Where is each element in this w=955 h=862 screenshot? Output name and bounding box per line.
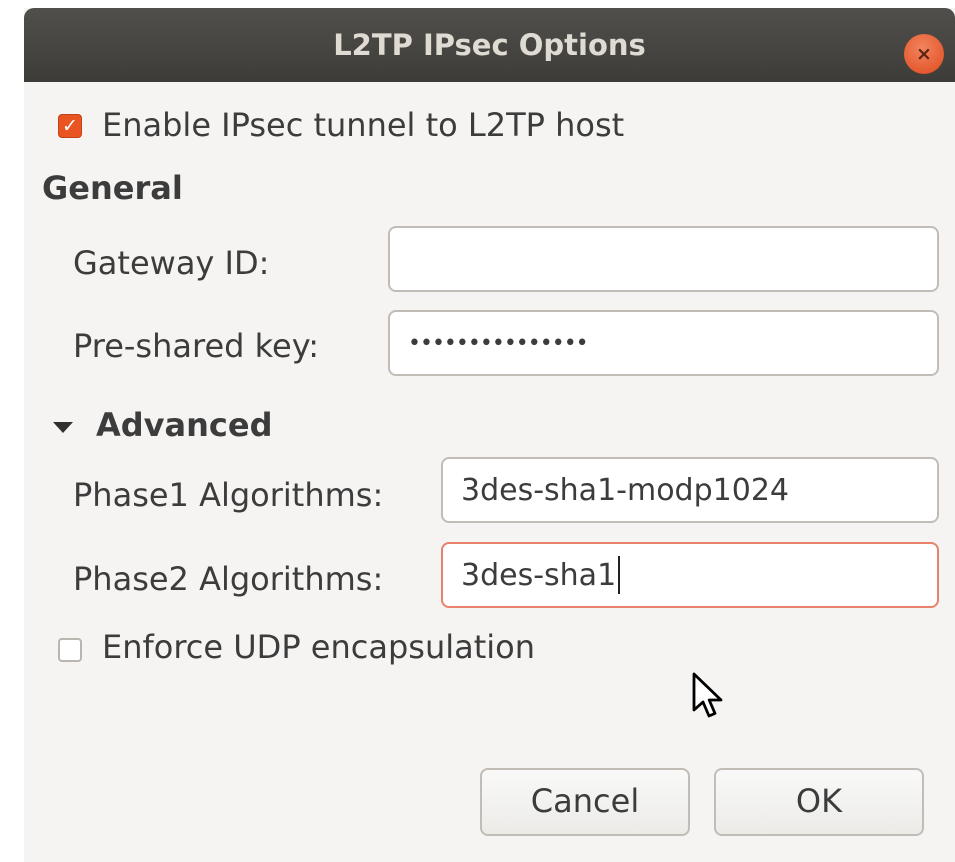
general-heading: General: [42, 169, 183, 207]
phase2-algorithms-field[interactable]: 3des-sha1: [441, 542, 939, 608]
enable-ipsec-checkbox[interactable]: ✓: [58, 114, 82, 138]
enforce-udp-checkbox[interactable]: [58, 638, 82, 662]
phase1-value: 3des-sha1-modp1024: [461, 472, 789, 508]
expander-arrow-icon[interactable]: [53, 422, 73, 433]
phase1-algorithms-field[interactable]: 3des-sha1-modp1024: [441, 457, 939, 523]
title-bar[interactable]: L2TP IPsec Options ×: [24, 8, 955, 82]
gateway-id-label: Gateway ID:: [73, 244, 270, 282]
close-button[interactable]: ×: [904, 34, 944, 74]
gateway-id-field[interactable]: [388, 226, 939, 292]
phase1-label: Phase1 Algorithms:: [73, 476, 384, 514]
advanced-expander-label[interactable]: Advanced: [96, 406, 272, 444]
mouse-pointer-icon: [692, 672, 723, 718]
ok-button[interactable]: OK: [714, 768, 924, 836]
window-title: L2TP IPsec Options: [333, 28, 646, 62]
pre-shared-key-field[interactable]: •••••••••••••••: [388, 310, 939, 376]
enforce-udp-label[interactable]: Enforce UDP encapsulation: [102, 628, 535, 666]
close-icon: ×: [916, 43, 932, 65]
phase2-label: Phase2 Algorithms:: [73, 560, 384, 598]
enable-ipsec-label[interactable]: Enable IPsec tunnel to L2TP host: [102, 106, 624, 144]
text-caret: [618, 556, 621, 594]
cancel-button[interactable]: Cancel: [480, 768, 690, 836]
l2tp-ipsec-options-dialog: L2TP IPsec Options × ✓ Enable IPsec tunn…: [24, 8, 955, 862]
pre-shared-key-value: •••••••••••••••: [408, 330, 589, 356]
pre-shared-key-label: Pre-shared key:: [73, 327, 320, 365]
checkmark-icon: ✓: [62, 115, 78, 137]
phase2-value: 3des-sha1: [461, 557, 617, 593]
